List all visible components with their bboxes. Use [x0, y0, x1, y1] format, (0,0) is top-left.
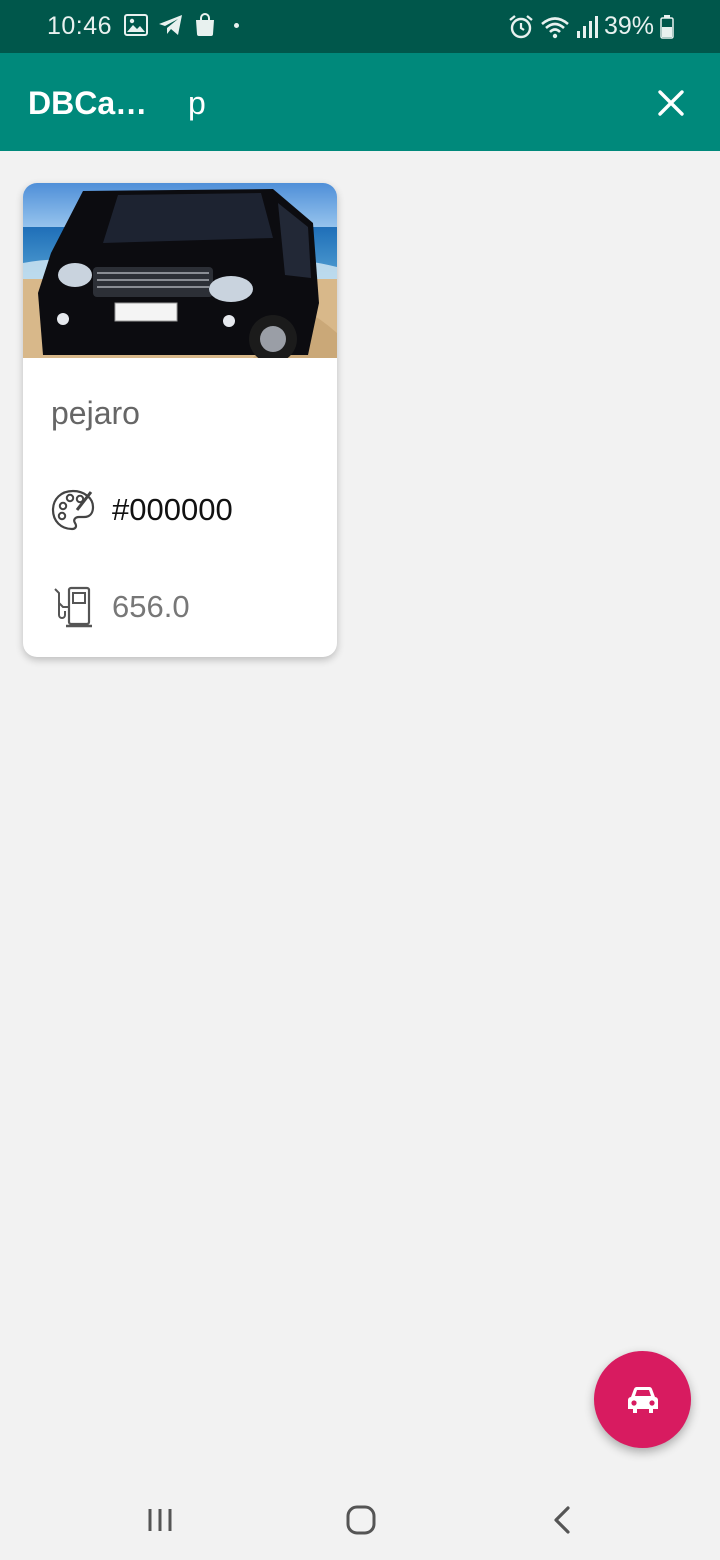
recent-apps-icon	[148, 1509, 172, 1531]
notification-dot	[234, 22, 239, 28]
app-title: DBCa…	[28, 85, 148, 121]
app-bar: DBCa…	[0, 53, 720, 151]
search-input[interactable]	[188, 79, 588, 127]
battery-percent: 39%	[603, 12, 654, 40]
fuel-pump-icon	[54, 586, 92, 628]
home-button[interactable]	[339, 1500, 383, 1540]
car-name: pejaro	[51, 395, 140, 431]
shopping-bag-icon	[196, 13, 214, 36]
palette-icon	[51, 489, 95, 531]
status-left-icons	[124, 13, 239, 37]
battery-icon	[660, 14, 674, 39]
car-icon	[627, 1386, 658, 1413]
fuel-row: 656.0	[51, 585, 190, 629]
status-right: 39%	[508, 12, 674, 41]
alarm-icon	[509, 14, 533, 38]
telegram-icon	[159, 15, 182, 35]
close-search-button[interactable]	[650, 82, 692, 124]
car-photo	[23, 183, 337, 358]
back-button[interactable]	[541, 1500, 585, 1540]
wifi-icon	[541, 16, 569, 38]
close-icon	[658, 90, 684, 116]
home-icon	[346, 1505, 376, 1535]
color-row: #000000	[51, 488, 233, 532]
back-icon	[554, 1506, 570, 1534]
status-bar: 10:46 39%	[0, 0, 720, 53]
color-value: #000000	[112, 492, 233, 527]
recent-apps-button[interactable]	[138, 1500, 182, 1540]
car-card[interactable]: pejaro #000000 656.0	[23, 183, 337, 657]
status-time: 10:46	[47, 12, 113, 40]
signal-icon	[576, 15, 598, 38]
fuel-value: 656.0	[112, 589, 190, 624]
add-car-button[interactable]	[594, 1351, 691, 1448]
gallery-icon	[124, 14, 148, 36]
navigation-bar	[0, 1480, 720, 1560]
